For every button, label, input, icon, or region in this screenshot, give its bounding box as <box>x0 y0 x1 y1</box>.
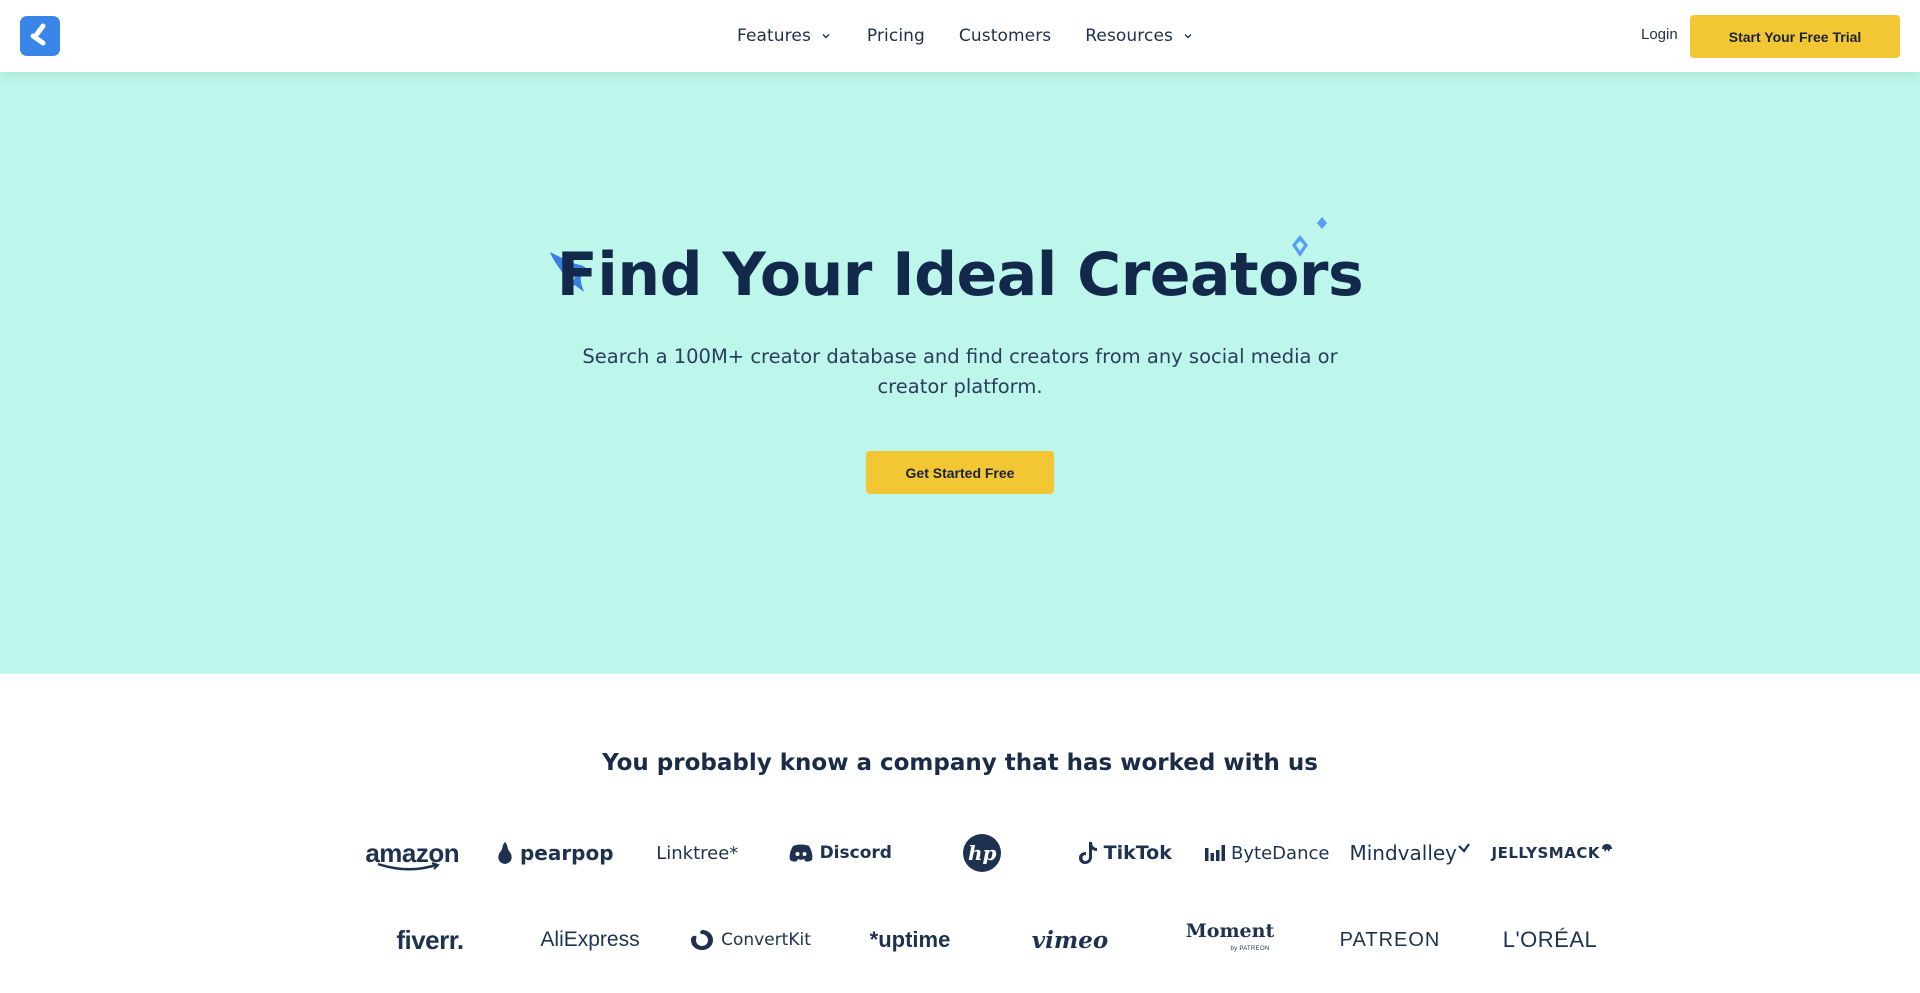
linktree-logo: Linktree* <box>626 833 769 873</box>
moment-logo-text: Moment <box>1185 920 1275 942</box>
hero-section: Find Your Ideal Creators Search a 100M+ … <box>0 72 1920 674</box>
logo-row-2: fiverr. AliExpress ConvertKit *uptime vi… <box>350 920 1630 960</box>
tiktok-logo: TikTok <box>1054 833 1197 873</box>
vimeo-logo: vimeo <box>990 920 1150 960</box>
brand-logo-icon <box>30 23 46 46</box>
pearpop-logo-text: pearpop <box>519 841 614 865</box>
nav-customers[interactable]: Customers <box>959 26 1051 46</box>
aliexpress-logo: AliExpress <box>510 920 670 960</box>
logo-row-1: amazon pearpop Linktree* Discord hp TikT… <box>341 833 1624 873</box>
aliexpress-logo-text: AliExpress <box>540 928 640 951</box>
site-header: Features Pricing Customers Resources Log… <box>0 0 1920 72</box>
mindvalley-check-icon <box>1458 843 1470 853</box>
bytedance-logo-text: ByteDance <box>1231 842 1330 864</box>
pearpop-logo: pearpop <box>484 833 627 873</box>
chevron-down-icon <box>1181 29 1195 43</box>
mindvalley-logo-text: Mindvalley <box>1349 841 1458 865</box>
login-link[interactable]: Login <box>1641 26 1678 43</box>
pear-icon <box>498 842 512 864</box>
customers-heading: You probably know a company that has wor… <box>602 750 1318 776</box>
moment-logo: Moment by PATREON <box>1150 920 1310 960</box>
amazon-logo: amazon <box>341 833 484 873</box>
jellysmack-mark-icon <box>1601 844 1612 852</box>
jellysmack-logo: JELLYSMACK <box>1481 833 1624 873</box>
discord-logo-text: Discord <box>819 843 892 863</box>
nav-pricing-label: Pricing <box>866 26 925 46</box>
get-started-free-button[interactable]: Get Started Free <box>866 451 1054 494</box>
convertkit-logo-text: ConvertKit <box>721 930 811 950</box>
mindvalley-logo: Mindvalley <box>1339 833 1482 873</box>
loreal-logo: L'ORÉAL <box>1470 920 1630 960</box>
vimeo-logo-text: vimeo <box>1031 926 1109 954</box>
fiverr-logo-text: fiverr. <box>396 924 464 955</box>
amazon-smile-icon <box>377 862 441 871</box>
discord-icon <box>789 844 812 862</box>
nav-pricing[interactable]: Pricing <box>867 26 925 46</box>
hero-title: Find Your Ideal Creators <box>556 240 1364 310</box>
convertkit-logo: ConvertKit <box>670 920 830 960</box>
start-free-trial-button[interactable]: Start Your Free Trial <box>1690 15 1900 58</box>
nav-features[interactable]: Features <box>737 26 833 46</box>
bytedance-logo: ByteDance <box>1196 833 1339 873</box>
hero-subtitle: Search a 100M+ creator database and find… <box>582 345 1338 398</box>
fiverr-logo: fiverr. <box>350 920 510 960</box>
discord-logo: Discord <box>769 833 912 873</box>
main-nav: Features Pricing Customers Resources <box>737 0 1229 72</box>
hp-logo-text: hp <box>963 834 1002 872</box>
linktree-logo-text: Linktree* <box>656 842 739 864</box>
diamond-sparkle-icon <box>1292 217 1327 257</box>
chevron-down-icon <box>819 29 833 43</box>
convertkit-ring-icon <box>691 930 714 950</box>
patreon-logo: PATREON <box>1310 920 1470 960</box>
bytedance-bars-icon <box>1205 845 1226 861</box>
hp-logo: hp <box>911 833 1054 873</box>
loreal-logo-text: L'ORÉAL <box>1502 927 1598 952</box>
nav-resources[interactable]: Resources <box>1085 26 1195 46</box>
tiktok-logo-text: TikTok <box>1103 842 1172 864</box>
brand-logo[interactable] <box>20 16 60 56</box>
patreon-logo-text: PATREON <box>1339 928 1441 951</box>
uptime-logo-text: *uptime <box>869 927 951 952</box>
uptime-logo: *uptime <box>830 920 990 960</box>
nav-resources-label: Resources <box>1085 26 1173 46</box>
jellysmack-logo-text: JELLYSMACK <box>1491 844 1600 862</box>
nav-customers-label: Customers <box>958 26 1052 46</box>
tiktok-note-icon <box>1078 842 1097 864</box>
moment-byline-text: by PATREON <box>1230 946 1270 952</box>
nav-features-label: Features <box>737 26 811 46</box>
